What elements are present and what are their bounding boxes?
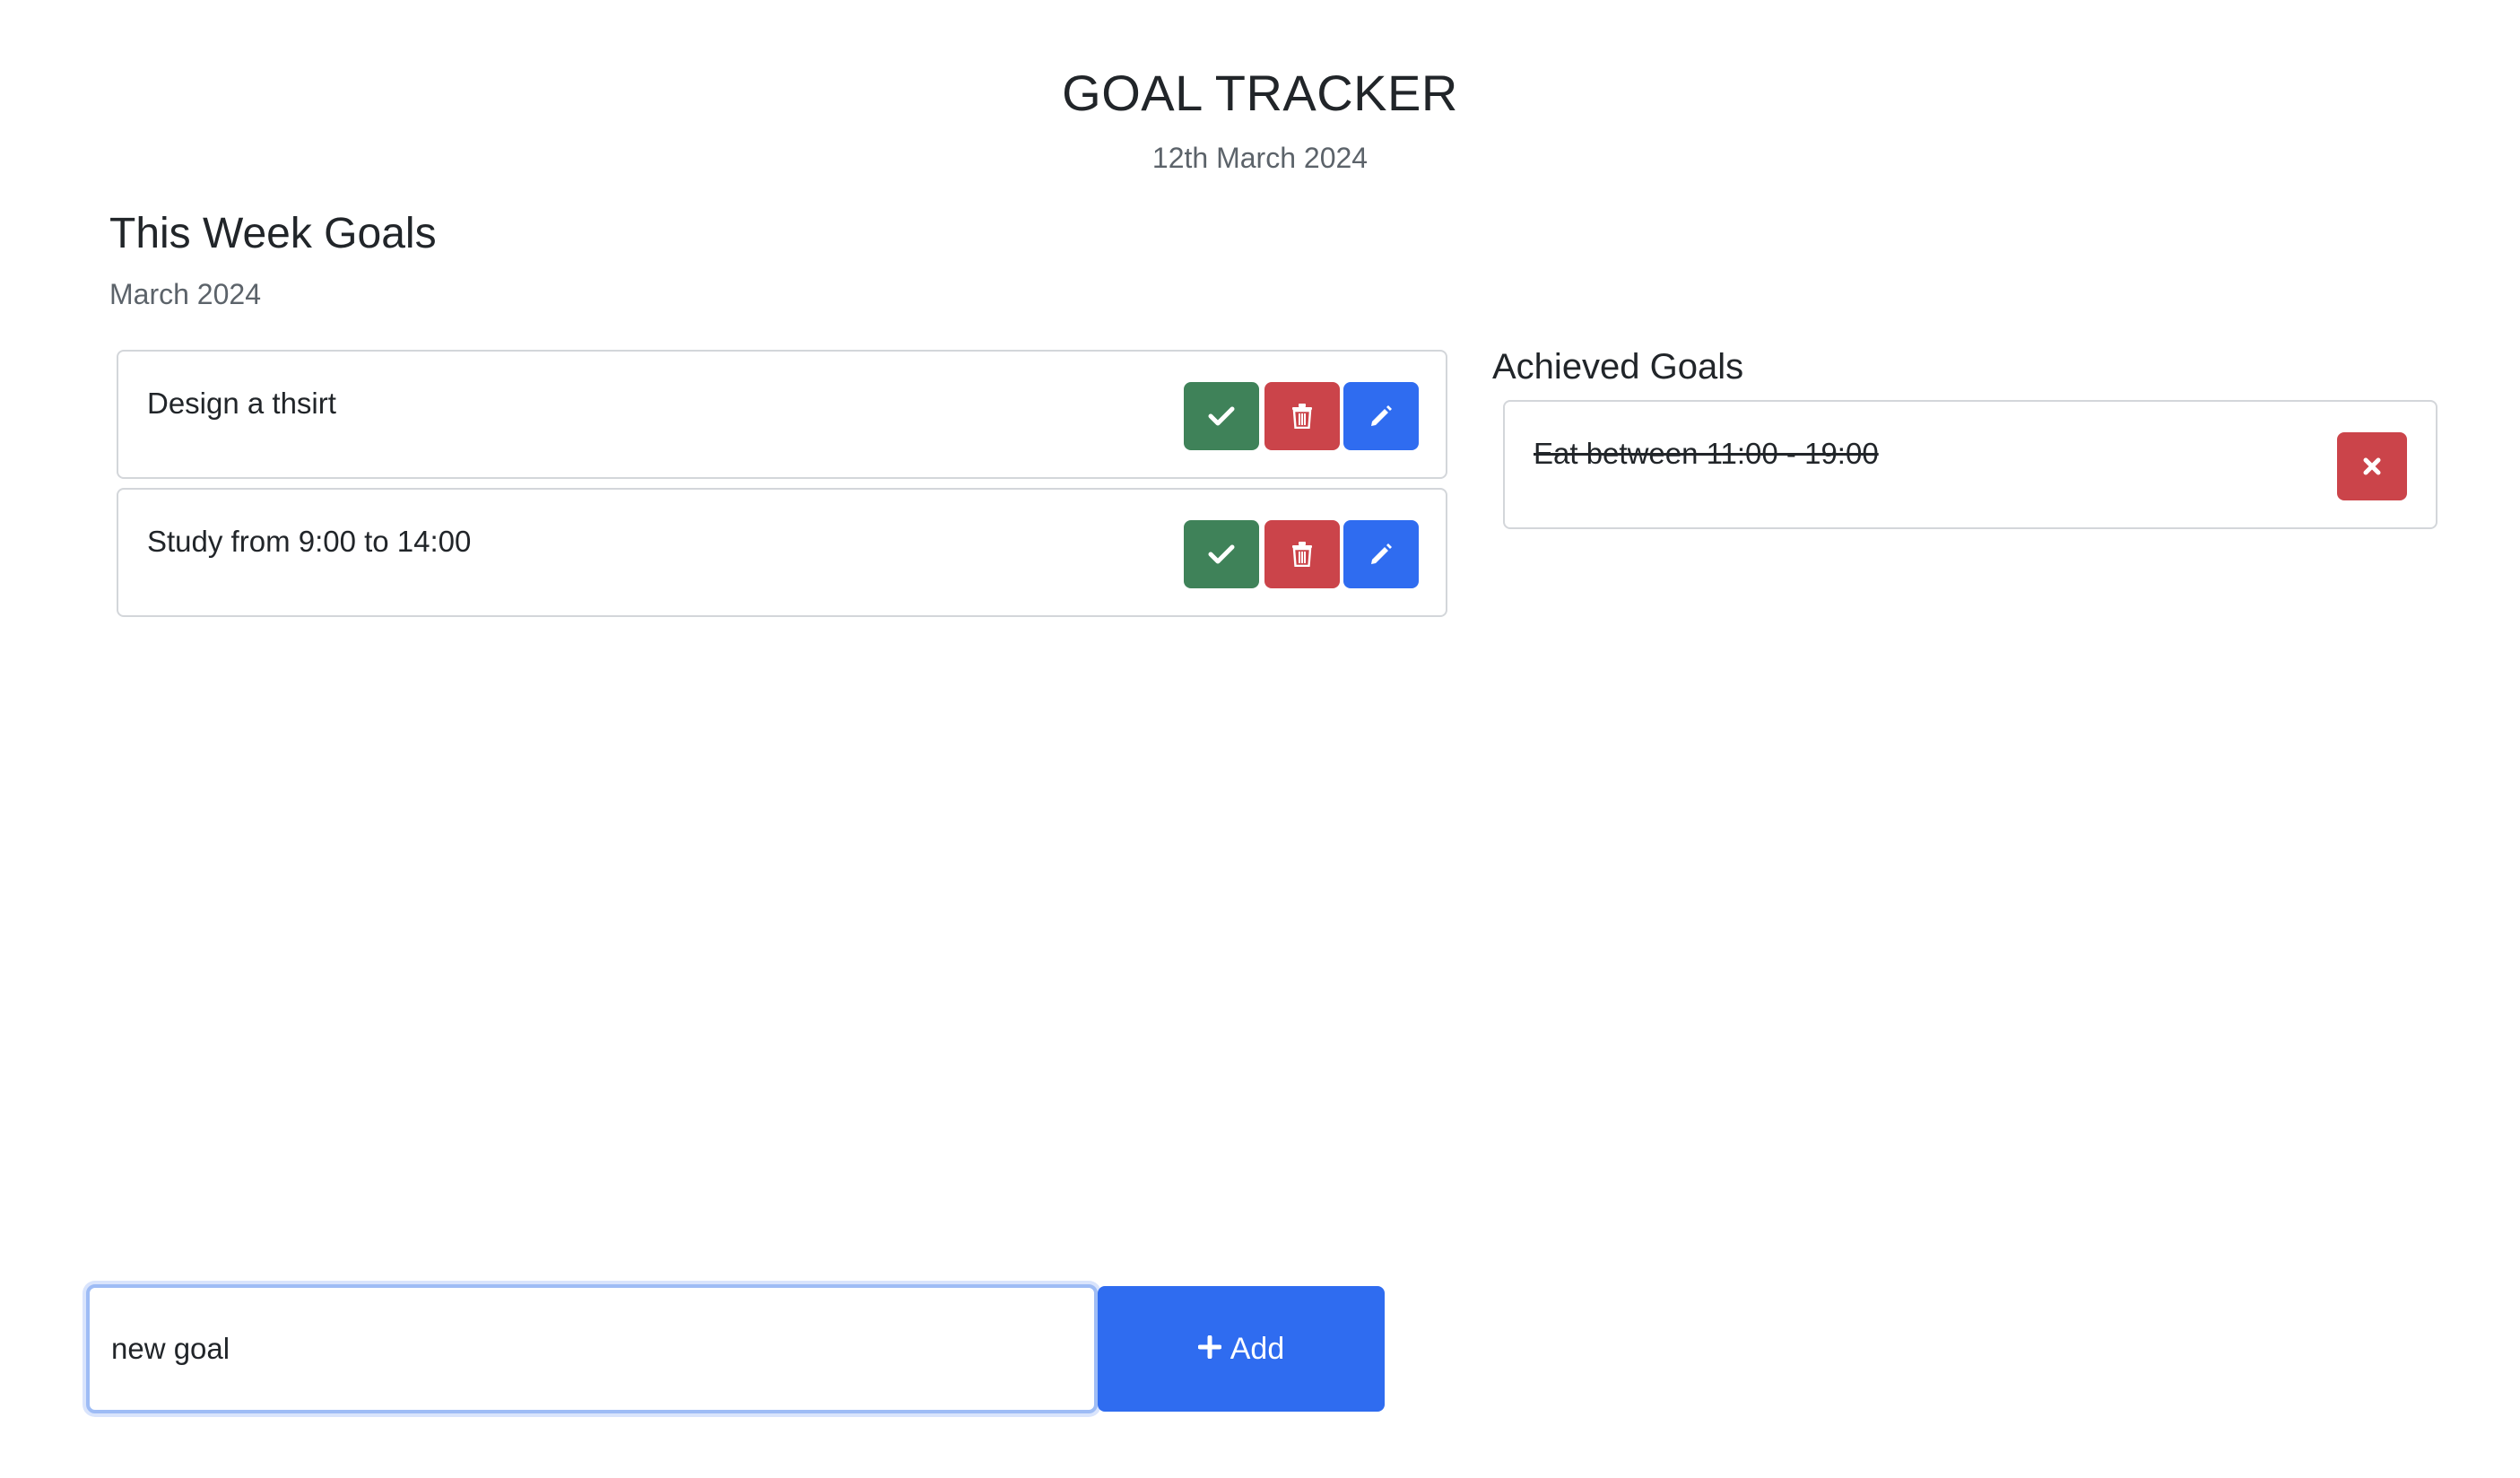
pencil-icon (1369, 404, 1394, 429)
goal-text: Design a thsirt (147, 387, 336, 420)
plus-icon (1197, 1332, 1222, 1367)
edit-goal-button[interactable] (1343, 520, 1419, 588)
achieved-goals-heading: Achieved Goals (1492, 347, 1744, 387)
goal-card: Study from 9:00 to 14:00 (117, 488, 1447, 617)
trash-icon (1291, 542, 1313, 567)
remove-achieved-button[interactable] (2337, 432, 2407, 500)
check-icon (1208, 543, 1235, 565)
delete-goal-button[interactable] (1264, 382, 1340, 450)
week-goals-heading: This Week Goals (109, 210, 437, 257)
delete-goal-button[interactable] (1264, 520, 1340, 588)
achieved-goal-text: Eat between 11:00 - 19:00 (1534, 437, 1879, 470)
achieved-goal-card: Eat between 11:00 - 19:00 (1503, 400, 2437, 529)
complete-goal-button[interactable] (1184, 382, 1259, 450)
current-date: 12th March 2024 (1151, 142, 1369, 174)
page-title: GOAL TRACKER (1062, 65, 1458, 121)
goal-card: Design a thsirt (117, 350, 1447, 479)
goal-tracker-page: GOAL TRACKER 12th March 2024 This Week G… (0, 0, 2520, 1478)
new-goal-input[interactable] (86, 1284, 1098, 1413)
goal-text: Study from 9:00 to 14:00 (147, 525, 472, 558)
check-icon (1208, 405, 1235, 427)
add-button-label: Add (1230, 1331, 1285, 1366)
trash-icon (1291, 404, 1313, 429)
complete-goal-button[interactable] (1184, 520, 1259, 588)
add-goal-button[interactable]: Add (1098, 1286, 1385, 1412)
x-icon (2362, 456, 2382, 476)
edit-goal-button[interactable] (1343, 382, 1419, 450)
week-goals-month: March 2024 (109, 278, 261, 310)
pencil-icon (1369, 542, 1394, 567)
